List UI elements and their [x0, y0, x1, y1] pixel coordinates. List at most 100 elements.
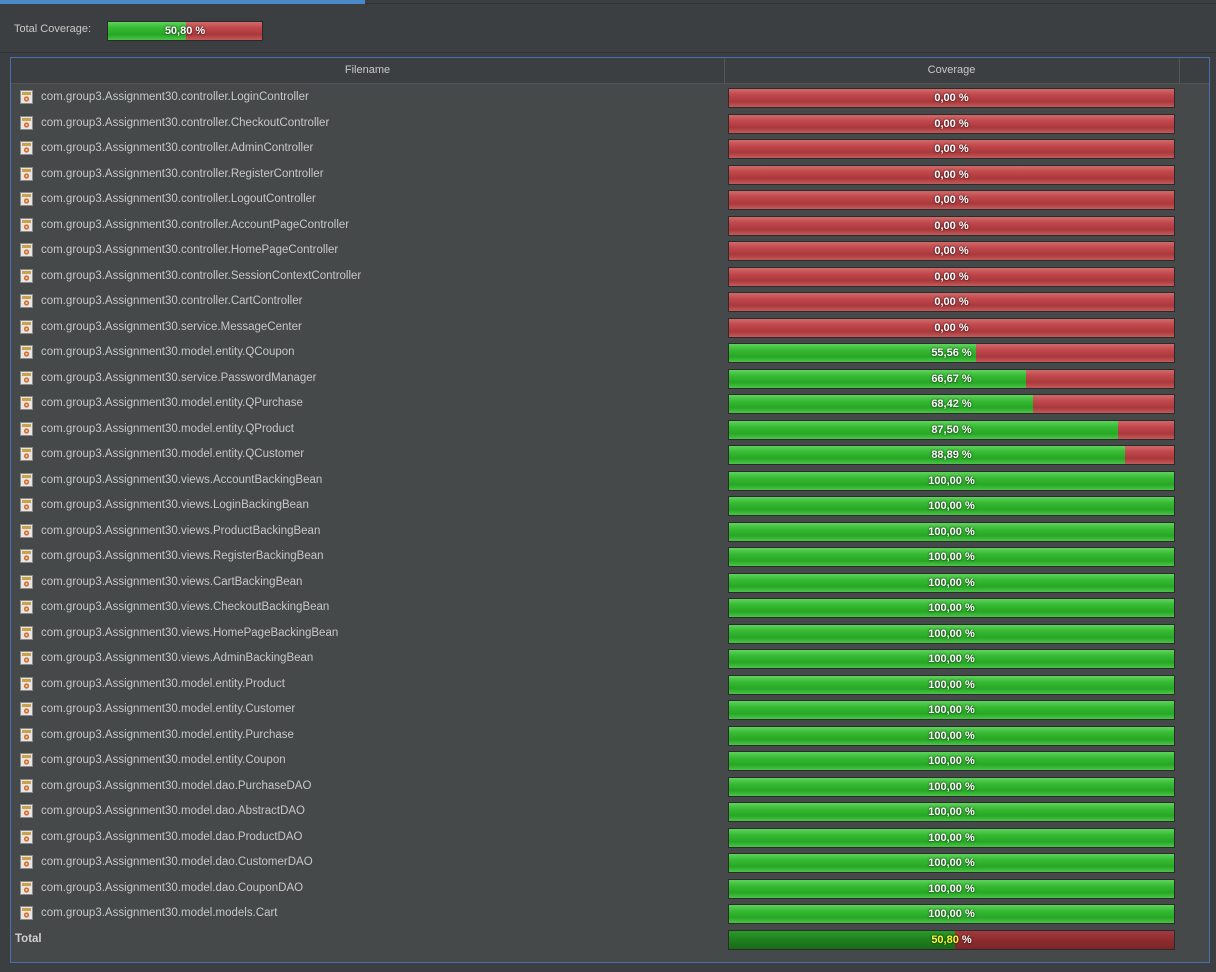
coverage-percent: 100,00 % [729, 727, 1174, 745]
table-row[interactable]: com.group3.Assignment30.views.RegisterBa… [11, 544, 1209, 570]
coverage-percent: 0,00 % [729, 268, 1174, 286]
column-header-coverage[interactable]: Coverage [724, 58, 1180, 83]
coverage-unit: % [958, 270, 969, 283]
coverage-value: 100,00 [928, 678, 962, 691]
java-file-icon [20, 268, 33, 283]
coverage-value: 68,42 [931, 398, 959, 410]
coverage-value: 100,00 [928, 500, 962, 512]
file-name: com.group3.Assignment30.controller.Logou… [41, 193, 316, 205]
coverage-bar: 100,00 % [728, 802, 1175, 822]
table-row[interactable]: com.group3.Assignment30.model.entity.Cus… [11, 697, 1209, 723]
table-row[interactable]: com.group3.Assignment30.views.LoginBacki… [11, 493, 1209, 519]
java-file-icon [20, 880, 33, 895]
coverage-bar: 100,00 % [728, 751, 1175, 771]
coverage-percent: 100,00 % [729, 701, 1174, 719]
coverage-bar: 100,00 % [728, 496, 1175, 516]
java-file-icon [20, 523, 33, 538]
table-row[interactable]: com.group3.Assignment30.controller.Regis… [11, 162, 1209, 188]
coverage-unit: % [964, 857, 975, 869]
table-row[interactable]: com.group3.Assignment30.views.HomePageBa… [11, 621, 1209, 647]
table-row[interactable]: com.group3.Assignment30.model.entity.Pur… [11, 723, 1209, 749]
table-row[interactable]: com.group3.Assignment30.controller.Sessi… [11, 264, 1209, 290]
coverage-percent: 50,80 % [108, 22, 262, 40]
java-file-icon [20, 574, 33, 589]
coverage-percent: 0,00 % [729, 191, 1174, 209]
coverage-percent: 100,00 % [729, 472, 1174, 490]
file-name: com.group3.Assignment30.model.dao.Custom… [41, 856, 313, 868]
coverage-bar: 0,00 % [728, 113, 1175, 134]
table-row[interactable]: com.group3.Assignment30.model.dao.Custom… [11, 850, 1209, 876]
coverage-bar: 100,00 % [728, 521, 1175, 542]
table-row[interactable]: com.group3.Assignment30.controller.CartC… [11, 289, 1209, 315]
coverage-value: 50,80 [931, 933, 959, 946]
coverage-unit: % [961, 933, 972, 946]
coverage-bar: 100,00 % [728, 776, 1175, 797]
table-row[interactable]: com.group3.Assignment30.controller.Check… [11, 111, 1209, 137]
coverage-bar: 87,50 % [728, 419, 1175, 440]
column-header-filename[interactable]: Filename [11, 58, 725, 83]
coverage-bar: 0,00 % [728, 164, 1175, 185]
table-row[interactable]: com.group3.Assignment30.service.MessageC… [11, 315, 1209, 341]
table-row[interactable]: com.group3.Assignment30.views.AdminBacki… [11, 646, 1209, 672]
java-file-icon [20, 600, 33, 614]
coverage-value: 88,89 [931, 449, 959, 461]
coverage-unit: % [964, 908, 975, 920]
coverage-percent: 87,50 % [729, 421, 1174, 439]
coverage-bar: 0,00 % [728, 215, 1175, 236]
total-coverage-label: Total Coverage: [14, 23, 92, 35]
java-file-icon [20, 829, 33, 844]
java-file-icon [20, 498, 33, 512]
table-row[interactable]: com.group3.Assignment30.views.AccountBac… [11, 468, 1209, 494]
coverage-unit: % [961, 347, 972, 359]
table-row[interactable]: com.group3.Assignment30.controller.HomeP… [11, 238, 1209, 264]
coverage-bar: 100,00 % [728, 827, 1175, 848]
table-row[interactable]: com.group3.Assignment30.views.CartBackin… [11, 570, 1209, 596]
table-row[interactable]: com.group3.Assignment30.model.dao.Produc… [11, 825, 1209, 851]
file-name: com.group3.Assignment30.model.dao.Coupon… [41, 881, 304, 894]
coverage-value: 100,00 [928, 653, 962, 665]
coverage-value: 100,00 [928, 576, 962, 589]
table-row[interactable]: com.group3.Assignment30.model.dao.Purcha… [11, 774, 1209, 800]
coverage-unit: % [964, 882, 975, 895]
table-row[interactable]: com.group3.Assignment30.model.dao.Coupon… [11, 876, 1209, 902]
file-name: com.group3.Assignment30.views.CartBackin… [41, 575, 303, 588]
java-file-icon [20, 472, 33, 487]
coverage-bar: 100,00 % [728, 470, 1175, 491]
coverage-unit: % [964, 551, 975, 563]
file-name: com.group3.Assignment30.model.entity.QPr… [41, 422, 294, 435]
coverage-unit: % [195, 25, 206, 37]
table-row[interactable]: com.group3.Assignment30.model.entity.QCo… [11, 340, 1209, 366]
table-row[interactable]: com.group3.Assignment30.model.entity.Pro… [11, 672, 1209, 698]
table-row[interactable]: com.group3.Assignment30.model.models.Car… [11, 901, 1209, 927]
file-name: com.group3.Assignment30.controller.Login… [41, 91, 309, 103]
coverage-percent: 0,00 % [729, 89, 1174, 107]
table-row[interactable]: com.group3.Assignment30.controller.Login… [11, 85, 1209, 111]
coverage-value: 0,00 [934, 296, 956, 308]
table-row[interactable]: com.group3.Assignment30.service.Password… [11, 366, 1209, 392]
table-row[interactable]: com.group3.Assignment30.model.entity.QPu… [11, 391, 1209, 417]
coverage-bar: 100,00 % [728, 674, 1175, 695]
coverage-table[interactable]: Filename Coverage com.group3.Assignment3… [10, 57, 1210, 963]
table-row[interactable]: com.group3.Assignment30.model.dao.Abstra… [11, 799, 1209, 825]
coverage-value: 0,00 [934, 143, 956, 155]
table-row[interactable]: com.group3.Assignment30.views.ProductBac… [11, 519, 1209, 545]
table-row[interactable]: com.group3.Assignment30.controller.Logou… [11, 187, 1209, 213]
file-name: com.group3.Assignment30.model.dao.Abstra… [41, 805, 305, 817]
table-row[interactable]: com.group3.Assignment30.views.CheckoutBa… [11, 595, 1209, 621]
coverage-value: 0,00 [934, 194, 956, 206]
coverage-unit: % [961, 372, 972, 385]
table-row[interactable]: com.group3.Assignment30.model.entity.Cou… [11, 748, 1209, 774]
coverage-value: 100,00 [928, 831, 962, 844]
table-row[interactable]: com.group3.Assignment30.controller.Admin… [11, 136, 1209, 162]
table-row[interactable]: com.group3.Assignment30.model.entity.QPr… [11, 417, 1209, 443]
coverage-bar: 100,00 % [728, 853, 1175, 873]
java-file-icon [20, 370, 33, 385]
coverage-value: 0,00 [934, 168, 956, 181]
java-file-icon [20, 243, 33, 257]
java-file-icon [20, 778, 33, 793]
coverage-value: 0,00 [934, 245, 956, 257]
table-row[interactable]: com.group3.Assignment30.controller.Accou… [11, 213, 1209, 239]
file-name: com.group3.Assignment30.model.entity.Pro… [41, 677, 285, 690]
table-body: com.group3.Assignment30.controller.Login… [11, 85, 1209, 952]
table-row[interactable]: com.group3.Assignment30.model.entity.QCu… [11, 442, 1209, 468]
